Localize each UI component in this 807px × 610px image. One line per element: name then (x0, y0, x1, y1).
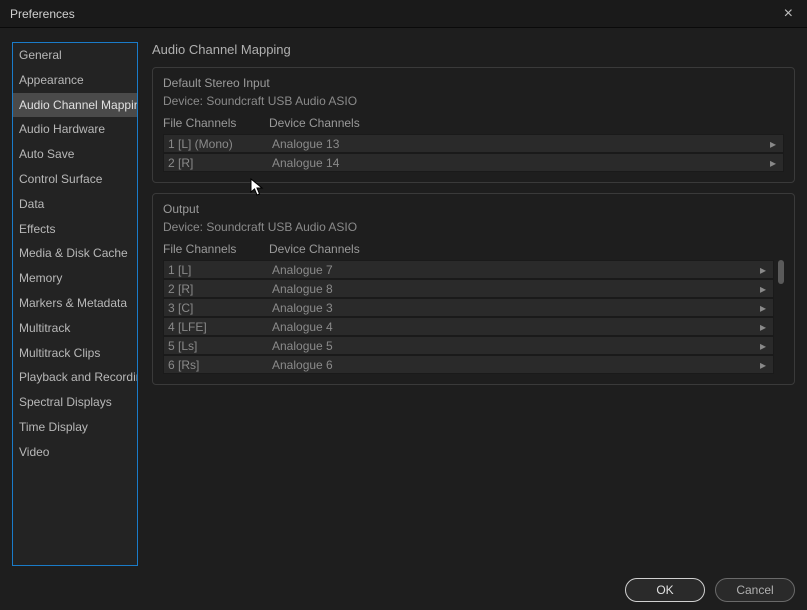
channel-mapping-row[interactable]: 2 [R]Analogue 14▸ (163, 153, 784, 172)
sidebar-item-audio-hardware[interactable]: Audio Hardware (13, 117, 137, 142)
device-channels-header: Device Channels (269, 116, 784, 130)
channel-mapping-row[interactable]: 1 [L] (Mono)Analogue 13▸ (163, 134, 784, 153)
sidebar-item-video[interactable]: Video (13, 440, 137, 465)
chevron-right-icon[interactable]: ▸ (767, 156, 783, 170)
chevron-right-icon[interactable]: ▸ (767, 137, 783, 151)
channel-mapping-row[interactable]: 4 [LFE]Analogue 4▸ (163, 317, 774, 336)
sidebar-item-playback-and-recording[interactable]: Playback and Recording (13, 365, 137, 390)
chevron-right-icon[interactable]: ▸ (757, 339, 773, 353)
file-channel: 5 [Ls] (164, 339, 270, 353)
sidebar-item-spectral-displays[interactable]: Spectral Displays (13, 390, 137, 415)
channel-mapping-row[interactable]: 2 [R]Analogue 8▸ (163, 279, 774, 298)
file-channel: 4 [LFE] (164, 320, 270, 334)
file-channel: 6 [Rs] (164, 358, 270, 372)
panel-title: Audio Channel Mapping (152, 42, 795, 57)
device-channel: Analogue 8 (270, 282, 757, 296)
file-channel: 1 [L] (164, 263, 270, 277)
chevron-right-icon[interactable]: ▸ (757, 358, 773, 372)
device-channel: Analogue 7 (270, 263, 757, 277)
file-channels-header: File Channels (163, 242, 269, 256)
sidebar-item-media-disk-cache[interactable]: Media & Disk Cache (13, 241, 137, 266)
chevron-right-icon[interactable]: ▸ (757, 263, 773, 277)
file-channel: 1 [L] (Mono) (164, 137, 270, 151)
dialog-footer: OK Cancel (625, 578, 795, 602)
sidebar-item-data[interactable]: Data (13, 192, 137, 217)
scrollbar-thumb[interactable] (778, 260, 784, 284)
chevron-right-icon[interactable]: ▸ (757, 301, 773, 315)
device-channel: Analogue 3 (270, 301, 757, 315)
sidebar-item-time-display[interactable]: Time Display (13, 415, 137, 440)
file-channel: 2 [R] (164, 156, 270, 170)
sidebar-item-control-surface[interactable]: Control Surface (13, 167, 137, 192)
channel-mapping-row[interactable]: 3 [C]Analogue 3▸ (163, 298, 774, 317)
channel-mapping-row[interactable]: 6 [Rs]Analogue 6▸ (163, 355, 774, 374)
channel-mapping-row[interactable]: 1 [L]Analogue 7▸ (163, 260, 774, 279)
main-panel: Audio Channel Mapping Default Stereo Inp… (152, 42, 795, 550)
file-channel: 3 [C] (164, 301, 270, 315)
output-section: Output Device: Soundcraft USB Audio ASIO… (152, 193, 795, 385)
sidebar-item-appearance[interactable]: Appearance (13, 68, 137, 93)
mapping-header: File Channels Device Channels (163, 240, 784, 260)
file-channel: 2 [R] (164, 282, 270, 296)
chevron-right-icon[interactable]: ▸ (757, 320, 773, 334)
device-channels-header: Device Channels (269, 242, 784, 256)
window-title: Preferences (10, 7, 75, 21)
preferences-sidebar: GeneralAppearanceAudio Channel MappingAu… (12, 42, 138, 566)
sidebar-item-multitrack[interactable]: Multitrack (13, 316, 137, 341)
device-label: Device: Soundcraft USB Audio ASIO (163, 220, 784, 234)
mapping-header: File Channels Device Channels (163, 114, 784, 134)
body: GeneralAppearanceAudio Channel MappingAu… (0, 28, 807, 560)
sidebar-item-markers-metadata[interactable]: Markers & Metadata (13, 291, 137, 316)
device-channel: Analogue 14 (270, 156, 767, 170)
ok-button[interactable]: OK (625, 578, 705, 602)
sidebar-item-auto-save[interactable]: Auto Save (13, 142, 137, 167)
device-channel: Analogue 5 (270, 339, 757, 353)
chevron-right-icon[interactable]: ▸ (757, 282, 773, 296)
default-stereo-input-section: Default Stereo Input Device: Soundcraft … (152, 67, 795, 183)
sidebar-item-memory[interactable]: Memory (13, 266, 137, 291)
sidebar-item-multitrack-clips[interactable]: Multitrack Clips (13, 341, 137, 366)
device-channel: Analogue 4 (270, 320, 757, 334)
cancel-button[interactable]: Cancel (715, 578, 795, 602)
file-channels-header: File Channels (163, 116, 269, 130)
device-channel: Analogue 6 (270, 358, 757, 372)
section-title: Default Stereo Input (163, 76, 784, 90)
sidebar-item-effects[interactable]: Effects (13, 217, 137, 242)
title-bar: Preferences × (0, 0, 807, 28)
channel-mapping-row[interactable]: 5 [Ls]Analogue 5▸ (163, 336, 774, 355)
device-channel: Analogue 13 (270, 137, 767, 151)
close-icon[interactable]: × (778, 4, 799, 24)
scrollbar[interactable] (778, 260, 784, 374)
sidebar-item-audio-channel-mapping[interactable]: Audio Channel Mapping (13, 93, 137, 118)
sidebar-item-general[interactable]: General (13, 43, 137, 68)
section-title: Output (163, 202, 784, 216)
device-label: Device: Soundcraft USB Audio ASIO (163, 94, 784, 108)
